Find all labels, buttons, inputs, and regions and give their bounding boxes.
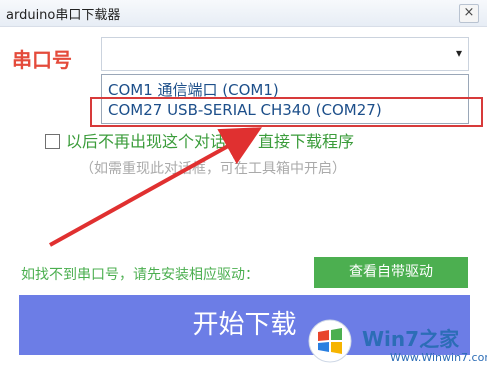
windows-logo-icon xyxy=(308,319,352,363)
title-bar: arduino串口下载器 × xyxy=(0,0,487,27)
driver-hint-text: 如找不到串口号，请先安装相应驱动： xyxy=(21,267,259,283)
downloader-window: arduino串口下载器 × 串口号 ▾ COM1 通信端口 (COM1) CO… xyxy=(0,0,487,367)
port-label: 串口号 xyxy=(12,48,72,72)
watermark-url: Www.Winwin7.com xyxy=(390,351,487,364)
port-select[interactable]: ▾ xyxy=(101,37,469,71)
close-button[interactable]: × xyxy=(459,4,479,23)
watermark: Win7之家 Www.Winwin7.com xyxy=(300,318,487,367)
view-drivers-button[interactable]: 查看自带驱动 xyxy=(314,257,468,288)
highlight-box xyxy=(90,97,483,127)
dont-show-checkbox[interactable] xyxy=(45,134,60,149)
dont-show-label[interactable]: 以后不再出现这个对话框，直接下载程序 xyxy=(66,128,354,152)
reopen-hint: （如需重现此对话框，可在工具箱中开启） xyxy=(80,161,346,177)
dropdown-arrow-icon[interactable]: ▾ xyxy=(456,46,462,60)
window-title: arduino串口下载器 xyxy=(6,8,121,23)
watermark-text: Win7之家 xyxy=(362,327,460,351)
